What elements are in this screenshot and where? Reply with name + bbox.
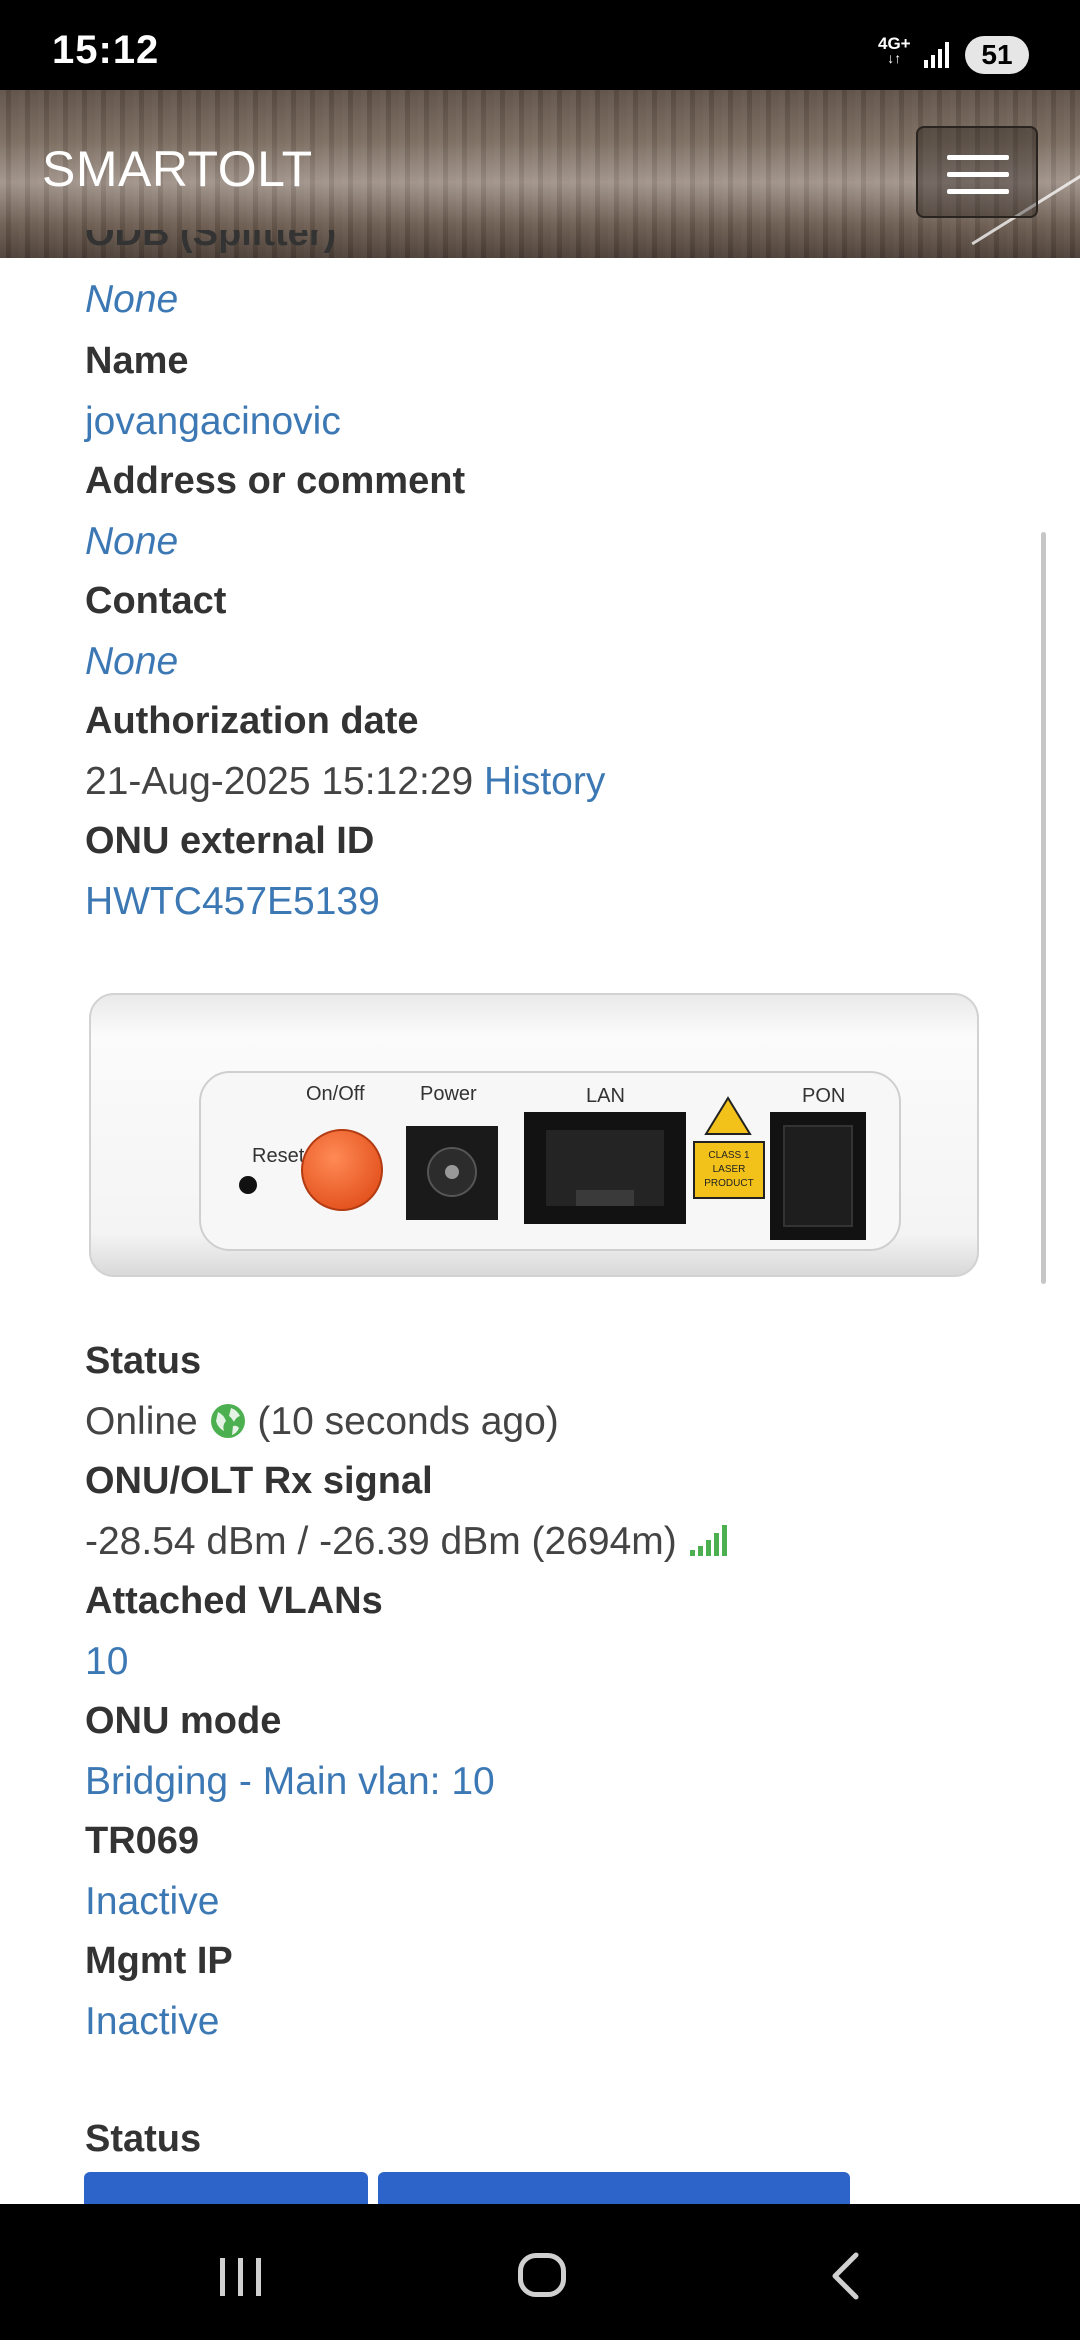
hamburger-icon-bar <box>947 172 1009 177</box>
external-id-label: ONU external ID <box>85 820 375 862</box>
back-icon[interactable] <box>830 2252 860 2300</box>
history-link[interactable]: History <box>484 760 605 803</box>
status-label: Status <box>85 1340 202 1382</box>
mgmt-ip-value[interactable]: Inactive <box>85 2000 219 2044</box>
onu-mode-value[interactable]: Bridging - Main vlan: 10 <box>85 1760 495 1804</box>
mgmt-ip-label: Mgmt IP <box>85 1940 233 1982</box>
authorization-date-value: 21-Aug-2025 15:12:29 <box>85 760 474 803</box>
home-icon[interactable] <box>518 2253 566 2297</box>
name-label: Name <box>85 340 189 382</box>
system-navigation-bar <box>0 2204 1080 2340</box>
external-id-value[interactable]: HWTC457E5139 <box>85 880 380 924</box>
hamburger-icon-bar <box>947 189 1009 194</box>
contact-value[interactable]: None <box>85 640 178 684</box>
lan-label: LAN <box>586 1085 625 1107</box>
status-row: Online (10 seconds ago) <box>85 1400 559 1444</box>
signal-value: -28.54 dBm / -26.39 dBm (2694m) <box>85 1520 677 1563</box>
vlans-label: Attached VLANs <box>85 1580 383 1622</box>
odb-label: ODB (Splitter) <box>85 230 336 258</box>
tr069-value[interactable]: Inactive <box>85 1880 219 1924</box>
hamburger-icon <box>947 155 1009 160</box>
status-section-label: Status <box>85 2118 202 2160</box>
reset-pinhole <box>239 1176 257 1194</box>
laser-class-text-3: PRODUCT <box>704 1178 753 1189</box>
recent-apps-icon[interactable] <box>218 2256 264 2298</box>
odb-label-text: ODB (Splitter) <box>85 230 337 254</box>
signal-strength-icon <box>689 1525 727 1556</box>
vlans-value[interactable]: 10 <box>85 1640 128 1684</box>
onoff-label: On/Off <box>306 1083 365 1105</box>
scrollbar[interactable] <box>1041 532 1046 1284</box>
tr069-label: TR069 <box>85 1820 200 1862</box>
battery-indicator: 51 <box>965 36 1029 74</box>
name-value[interactable]: jovangacinovic <box>85 400 341 444</box>
authorization-date-label: Authorization date <box>85 700 419 742</box>
address-value[interactable]: None <box>85 520 178 564</box>
network-type: 4G+ ↓↑ <box>878 35 911 66</box>
globe-icon <box>210 1404 245 1438</box>
onu-device-image: Reset On/Off Power LAN CLASS 1 LASER PRO… <box>89 993 979 1277</box>
power-button-graphic <box>301 1129 383 1211</box>
address-label: Address or comment <box>85 460 466 502</box>
action-button-1[interactable] <box>84 2172 368 2204</box>
status-ago: (10 seconds ago) <box>257 1400 559 1443</box>
laser-class-text-2: LASER <box>713 1164 746 1175</box>
system-status-bar: 15:12 4G+ ↓↑ 51 <box>0 0 1080 90</box>
reset-label: Reset <box>252 1145 305 1167</box>
signal-row: -28.54 dBm / -26.39 dBm (2694m) <box>85 1520 732 1564</box>
cell-signal-icon <box>924 42 949 68</box>
contact-label: Contact <box>85 580 227 622</box>
status-value: Online <box>85 1400 198 1443</box>
data-arrows-icon: ↓↑ <box>887 50 902 66</box>
onu-mode-label: ONU mode <box>85 1700 282 1742</box>
action-button-2[interactable] <box>378 2172 850 2204</box>
odb-value: None <box>85 278 179 321</box>
clock: 15:12 <box>52 28 160 72</box>
hamburger-menu-button[interactable] <box>916 126 1038 218</box>
power-label: Power <box>420 1083 477 1105</box>
brand-logo[interactable]: SMARTOLT <box>42 140 313 198</box>
laser-class-text: CLASS 1 <box>708 1150 750 1161</box>
signal-label: ONU/OLT Rx signal <box>85 1460 433 1502</box>
authorization-date-row: 21-Aug-2025 15:12:29 History <box>85 760 605 804</box>
pon-label: PON <box>802 1085 845 1107</box>
